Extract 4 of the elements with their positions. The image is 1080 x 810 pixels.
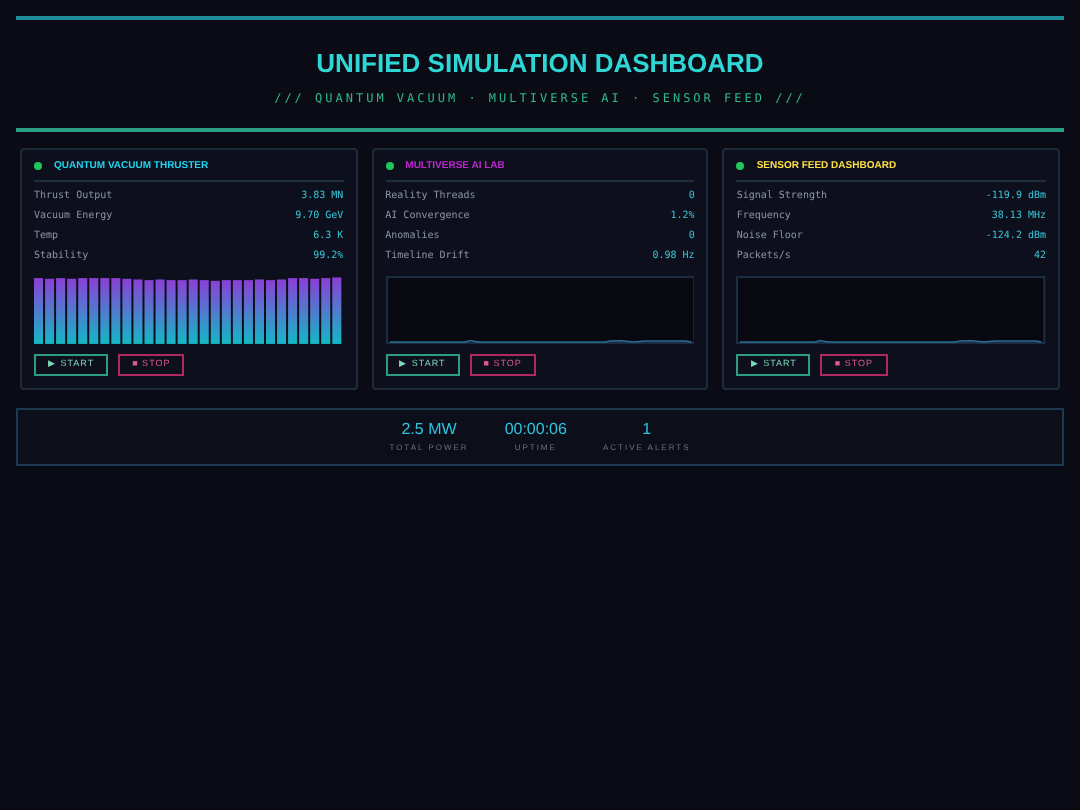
dashboard-title: UNIFIED SIMULATION DASHBOARD bbox=[316, 46, 764, 82]
stat-value: 1 bbox=[642, 419, 652, 439]
stat-value: 2.5 MW bbox=[401, 419, 457, 439]
stat-value: 00:00:06 bbox=[504, 419, 567, 439]
